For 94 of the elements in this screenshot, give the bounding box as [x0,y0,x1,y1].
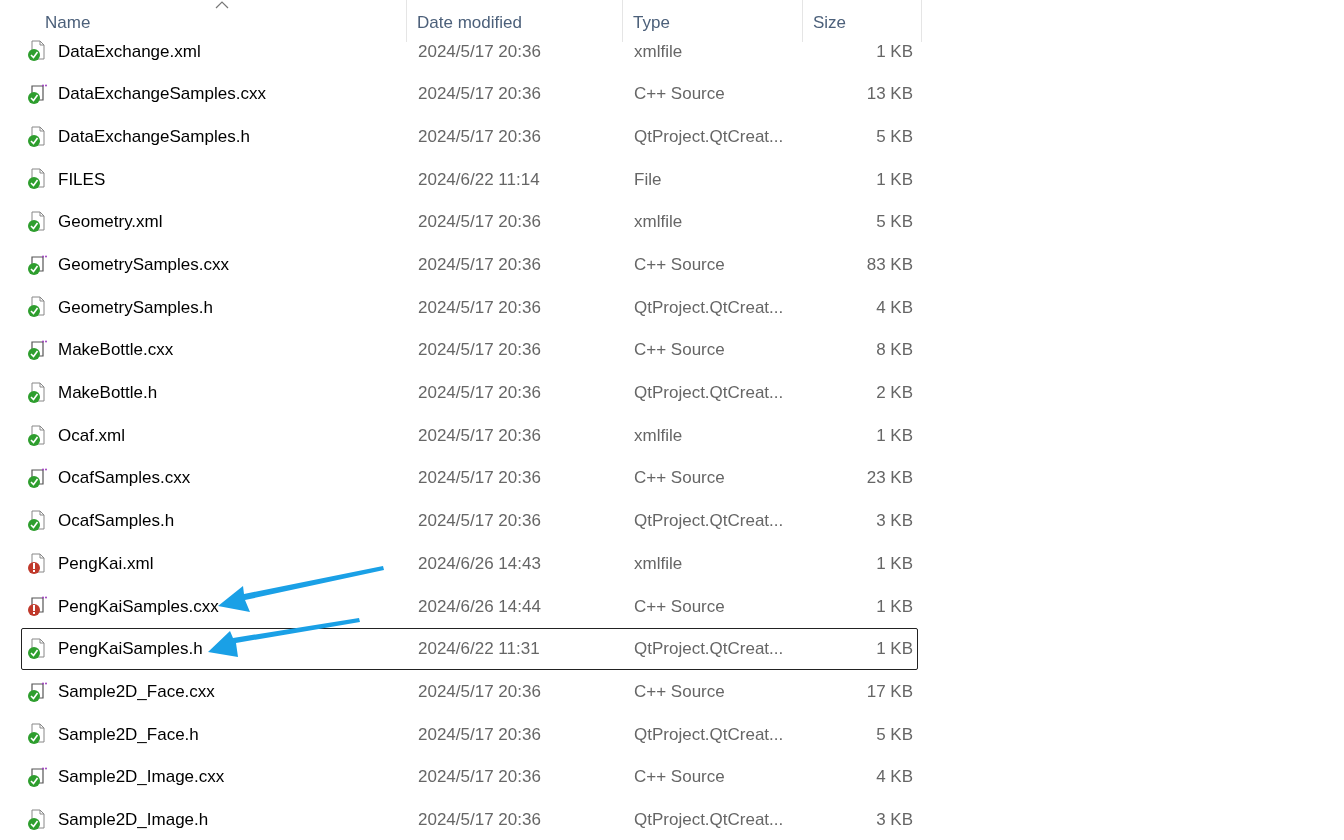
file-name: Sample2D_Image.cxx [58,766,225,789]
file-row[interactable]: MakeBottle.h 2024/5/17 20:36 QtProject.QtCreat... 2 KB [21,371,918,415]
date-modified: 2024/5/17 20:36 [418,766,541,789]
file-type: C++ Source [634,680,725,703]
file-name: OcafSamples.h [58,510,175,533]
file-name: PengKaiSamples.h [58,638,203,661]
file-name: PengKai.xml [58,552,154,575]
file-name: MakeBottle.h [58,382,158,405]
file-type: C++ Source [634,254,725,277]
file-size: 23 KB [866,467,913,490]
file-row[interactable]: Sample2D_Face.cxx 2024/5/17 20:36 C++ Source 17 KB [21,670,918,713]
file-name: GeometrySamples.cxx [58,254,229,277]
file-name: Sample2D_Image.h [58,808,209,831]
file-row[interactable]: PengKai.xml 2024/6/26 14:43 xmlfile 1 KB [21,542,918,585]
file-size: 5 KB [876,211,913,234]
file-row[interactable]: Sample2D_Image.h 2024/5/17 20:36 QtProject.QtCreat... 3 KB [21,798,918,840]
file-name: OcafSamples.cxx [58,467,191,490]
file-name: DataExchangeSamples.cxx [58,83,266,106]
date-modified: 2024/5/17 20:36 [418,125,541,148]
date-modified: 2024/5/17 20:36 [418,254,541,277]
date-modified: 2024/5/17 20:36 [418,723,541,746]
file-name: Sample2D_Face.cxx [58,680,215,703]
file-size: 83 KB [866,254,913,277]
date-modified: 2024/5/17 20:36 [418,211,541,234]
file-size: 1 KB [876,595,913,618]
date-modified: 2024/5/17 20:36 [418,467,541,490]
file-size: 2 KB [876,382,913,405]
file-type: QtProject.QtCreat... [634,638,784,661]
date-modified: 2024/6/22 11:14 [418,168,540,191]
file-type: xmlfile [634,40,683,63]
file-name: GeometrySamples.h [58,296,213,319]
file-row[interactable]: DataExchangeSamples.h 2024/5/17 20:36 QtProject.QtCreat... 5 KB [21,115,918,159]
file-size: 1 KB [876,40,913,63]
file-row[interactable]: PengKaiSamples.h 2024/6/22 11:31 QtProject.QtCreat... 1 KB [21,627,918,671]
file-size: 3 KB [876,510,913,533]
file-type: C++ Source [634,766,725,789]
file-name: FILES [58,168,106,191]
file-type: xmlfile [634,424,683,447]
file-size: 1 KB [876,638,913,661]
file-size: 4 KB [876,766,913,789]
file-size: 4 KB [876,296,913,319]
file-name: Ocaf.xml [58,424,126,447]
file-type: xmlfile [634,211,683,234]
file-size: 5 KB [876,125,913,148]
file-row[interactable]: Ocaf.xml 2024/5/17 20:36 xmlfile 1 KB [21,414,918,457]
date-modified: 2024/5/17 20:36 [418,296,541,319]
file-row[interactable]: Geometry.xml 2024/5/17 20:36 xmlfile 5 KB [21,200,918,244]
file-type: C++ Source [634,467,725,490]
file-row[interactable]: FILES 2024/6/22 11:14 File 1 KB [21,158,918,201]
file-size: 1 KB [876,424,913,447]
file-name: PengKaiSamples.cxx [58,595,219,618]
file-type: C++ Source [634,339,725,362]
date-modified: 2024/5/17 20:36 [418,83,541,106]
file-size: 5 KB [876,723,913,746]
date-modified: 2024/5/17 20:36 [418,40,541,63]
file-row[interactable]: Sample2D_Face.h 2024/5/17 20:36 QtProject.QtCreat... 5 KB [21,713,918,756]
file-size: 8 KB [876,339,913,362]
file-type: C++ Source [634,83,725,106]
date-modified: 2024/6/22 11:31 [418,638,540,661]
date-modified: 2024/5/17 20:36 [418,424,541,447]
file-row[interactable]: OcafSamples.cxx 2024/5/17 20:36 C++ Source 23 KB [21,456,918,500]
file-size: 3 KB [876,808,913,831]
file-size: 17 KB [866,680,913,703]
file-type: QtProject.QtCreat... [634,723,784,746]
file-type: QtProject.QtCreat... [634,510,784,533]
file-size: 1 KB [876,552,913,575]
file-size: 1 KB [876,168,913,191]
file-row[interactable]: DataExchangeSamples.cxx 2024/5/17 20:36 C++ Source 13 KB [21,72,918,116]
date-modified: 2024/6/26 14:43 [418,552,541,575]
file-name: Geometry.xml [58,211,163,234]
file-row[interactable]: MakeBottle.cxx 2024/5/17 20:36 C++ Source 8 KB [21,328,918,372]
file-name: DataExchangeSamples.h [58,125,250,148]
file-name: Sample2D_Face.h [58,723,199,746]
file-row[interactable]: PengKaiSamples.cxx 2024/6/26 14:44 C++ Source 1 KB [21,584,918,628]
file-name: DataExchange.xml [58,40,201,63]
date-modified: 2024/5/17 20:36 [418,680,541,703]
file-type: File [634,168,662,191]
file-name: MakeBottle.cxx [58,339,174,362]
file-type: QtProject.QtCreat... [634,382,784,405]
file-type: xmlfile [634,552,683,575]
file-size: 13 KB [866,83,913,106]
file-type: C++ Source [634,595,725,618]
file-type: QtProject.QtCreat... [634,296,784,319]
file-row[interactable]: OcafSamples.h 2024/5/17 20:36 QtProject.QtCreat... 3 KB [21,499,918,543]
date-modified: 2024/6/26 14:44 [418,595,541,618]
date-modified: 2024/5/17 20:36 [418,808,541,831]
file-type: QtProject.QtCreat... [634,125,784,148]
date-modified: 2024/5/17 20:36 [418,339,541,362]
file-row[interactable]: GeometrySamples.h 2024/5/17 20:36 QtProject.QtCreat... 4 KB [21,286,918,329]
file-type: QtProject.QtCreat... [634,808,784,831]
file-row[interactable]: Sample2D_Image.cxx 2024/5/17 20:36 C++ Source 4 KB [21,755,918,799]
date-modified: 2024/5/17 20:36 [418,510,541,533]
date-modified: 2024/5/17 20:36 [418,382,541,405]
file-row[interactable]: GeometrySamples.cxx 2024/5/17 20:36 C++ Source 83 KB [21,243,918,287]
